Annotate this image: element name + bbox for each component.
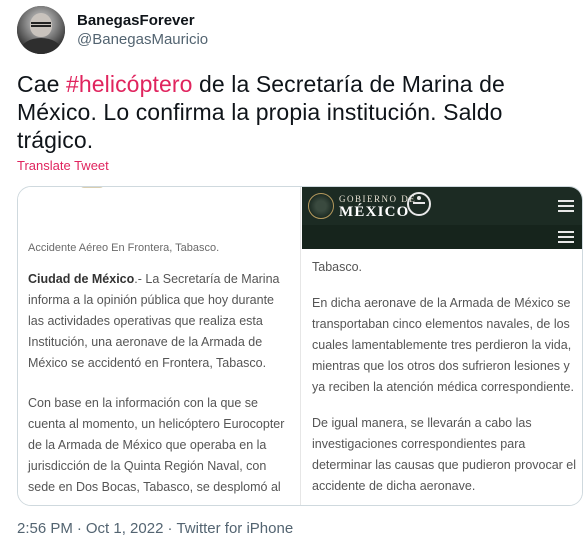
media-image-right[interactable]: GOBIERNO DE MÉXICO Tabasco. En dicha aer… [302, 187, 582, 505]
tweet-date[interactable]: Oct 1, 2022 [86, 520, 164, 537]
gov-logo-top: GOBIERNO DE [339, 194, 417, 204]
avatar[interactable] [17, 6, 65, 54]
menu-icon [558, 200, 574, 212]
press-release-paragraph: Con base en la información con la que se… [28, 396, 285, 494]
meta-separator: · [167, 520, 173, 537]
user-handle[interactable]: @BanegasMauricio [77, 30, 208, 49]
author-names: BanegasForever @BanegasMauricio [77, 11, 208, 49]
gov-logo-main: MÉXICO [339, 204, 410, 220]
gov-subheader-bar [302, 225, 582, 249]
tweet-text: Cae #helicóptero de la Secretaría de Mar… [17, 70, 577, 154]
paragraph-body: .- La Secretaría de Marina informa a la … [28, 272, 280, 370]
tweet-time[interactable]: 2:56 PM [17, 520, 73, 537]
tweet-meta: 2:56 PM · Oct 1, 2022 · Twitter for iPhone [17, 520, 293, 537]
tweet-text-before: Cae [17, 71, 66, 97]
dateline: Ciudad de México [28, 272, 135, 286]
press-release-paragraph: De igual manera, se llevarán a cabo las … [312, 416, 577, 493]
gov-header-bar: GOBIERNO DE MÉXICO [302, 187, 582, 225]
accessibility-icon [407, 192, 431, 216]
media-attachment[interactable]: Accidente Aéreo En Frontera, Tabasco. Ci… [17, 186, 583, 506]
press-release-caption: Accidente Aéreo En Frontera, Tabasco. [28, 242, 220, 254]
display-name[interactable]: BanegasForever [77, 11, 208, 30]
media-image-left[interactable]: Accidente Aéreo En Frontera, Tabasco. Ci… [18, 187, 301, 505]
tweet-source[interactable]: Twitter for iPhone [176, 520, 293, 537]
press-release-paragraph: Ciudad de México.- La Secretaría de Mari… [28, 269, 290, 374]
press-release-paragraph: Tabasco. [312, 260, 363, 274]
press-release-paragraph: En dicha aeronave de la Armada de México… [312, 296, 574, 394]
menu-icon [558, 231, 574, 243]
hashtag-link[interactable]: #helicóptero [66, 71, 193, 97]
tweet-header: BanegasForever @BanegasMauricio [17, 6, 208, 54]
meta-separator: · [76, 520, 82, 537]
translate-tweet-link[interactable]: Translate Tweet [17, 158, 109, 173]
gov-seal-icon [308, 193, 334, 219]
top-ornament [80, 187, 104, 188]
